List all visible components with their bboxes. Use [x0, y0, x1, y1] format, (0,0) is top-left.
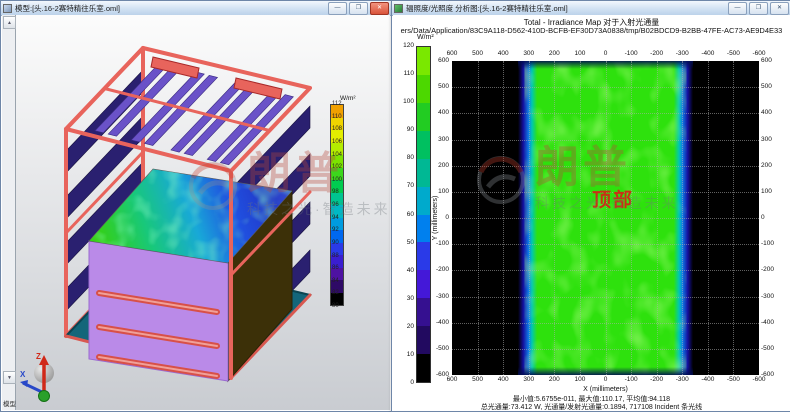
3d-viewport[interactable]: W/m² 11211010810610410210098969492908886…: [16, 15, 390, 410]
irradiance-map-canvas[interactable]: 顶部: [452, 61, 759, 375]
restore-button[interactable]: ❐: [349, 2, 368, 15]
model-window-title: 模型:[头.16-2赛特精往乐室.oml]: [15, 3, 325, 14]
model-window: 模型:[头.16-2赛特精往乐室.oml] — ❐ ✕ ▲ ▼ 模型: [0, 0, 392, 412]
irradiance-window: 辐照度/光照度 分析图:[头.16-2赛特精往乐室.oml] — ❐ ✕ Tot…: [391, 0, 790, 412]
close-icon: ✕: [777, 5, 782, 11]
x-axis-label: X: [20, 370, 26, 379]
z-axis-label: Z: [36, 352, 41, 361]
model-window-content: ▲ ▼ 模型: [2, 15, 390, 410]
restore-icon: ❐: [356, 5, 361, 11]
model-tab[interactable]: 模型: [3, 398, 16, 408]
y-ticks-right: 6005004003002001000-100-200-300-400-500-…: [761, 61, 785, 375]
irradiance-window-title: 辐照度/光照度 分析图:[头.16-2赛特精往乐室.oml]: [406, 3, 725, 14]
minimize-icon: —: [735, 5, 741, 11]
close-button[interactable]: ✕: [770, 2, 789, 15]
close-icon: ✕: [377, 5, 382, 11]
irradiance-map: [452, 61, 759, 375]
colorbar-units-label: W/m²: [417, 34, 434, 41]
x-ticks-top: 6005004003002001000-100-200-300-400-500-…: [452, 51, 759, 59]
x-axis-title: X (millimeters): [452, 386, 759, 393]
stats-line-2: 总光通量:73.412 W, 光通量/发射光通量:0.1894, 717108 …: [393, 402, 790, 410]
restore-button[interactable]: ❐: [749, 2, 768, 15]
model-tree-scrollbar[interactable]: ▲ ▼ 模型: [2, 15, 16, 410]
plot-annotation: 顶部: [592, 185, 634, 212]
irradiance-colorbar-ticks: 1201101009080706050403020100: [393, 46, 414, 383]
close-button[interactable]: ✕: [370, 2, 389, 15]
x-ticks-bottom: 6005004003002001000-100-200-300-400-500-…: [452, 377, 759, 385]
restore-icon: ❐: [756, 5, 761, 11]
y-axis-title: Y (millimeters): [432, 178, 442, 258]
scene-legend-ticks: 1121101081061041021009896949290888684828…: [330, 104, 356, 306]
model-window-icon: [3, 4, 12, 13]
model-window-titlebar[interactable]: 模型:[头.16-2赛特精往乐室.oml] — ❐ ✕: [1, 1, 391, 16]
irradiance-window-content: Total - Irradiance Map 对于入射光通量 ers/Data/…: [393, 15, 790, 410]
minimize-button[interactable]: —: [728, 2, 747, 15]
axis-triad: Z X: [18, 351, 70, 409]
irradiance-window-titlebar[interactable]: 辐照度/光照度 分析图:[头.16-2赛特精往乐室.oml] — ❐ ✕: [392, 1, 790, 16]
minimize-button[interactable]: —: [328, 2, 347, 15]
scroll-down-icon[interactable]: ▼: [3, 371, 16, 384]
scene-legend: W/m² 11211010810610410210098969492908886…: [330, 95, 384, 306]
scroll-up-icon[interactable]: ▲: [3, 16, 16, 29]
chart-subtitle-path: ers/Data/Application/83C9A118-D562-410D-…: [393, 26, 790, 35]
irradiance-window-icon: [394, 4, 403, 13]
minimize-icon: —: [335, 5, 341, 11]
